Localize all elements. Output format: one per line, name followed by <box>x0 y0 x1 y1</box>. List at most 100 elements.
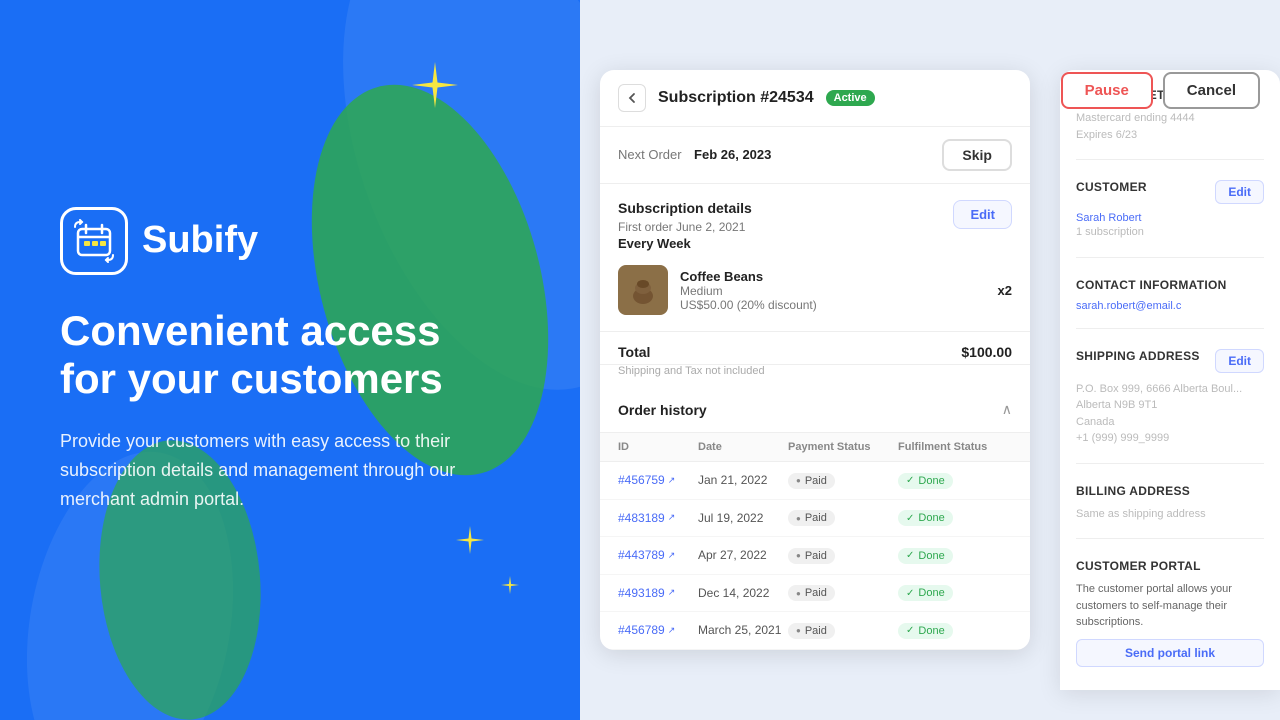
main-card: Subscription #24534 Active Next Order Fe… <box>600 70 1030 650</box>
shipping-title: SHIPPING ADDRESS <box>1076 349 1200 363</box>
order-history-section: Order history ∧ ID Date Payment Status F… <box>600 387 1030 650</box>
order-payment-status: Paid <box>788 585 898 602</box>
left-panel: Subify Convenient access for your custom… <box>0 0 580 720</box>
order-history-title: Order history <box>618 402 707 418</box>
contact-email[interactable]: sarah.robert@email.c <box>1076 300 1264 312</box>
star-decoration-1 <box>410 60 460 115</box>
contact-title: CONTACT INFORMATION <box>1076 278 1227 292</box>
table-row: #456759 ↗ Jan 21, 2022 Paid Done <box>600 462 1030 500</box>
customer-header: Customer Edit <box>1076 180 1264 204</box>
card-header: Subscription #24534 Active <box>600 70 1030 127</box>
billing-title: BILLING ADDRESS <box>1076 484 1190 498</box>
logo-icon <box>60 207 128 275</box>
headline: Convenient access for your customers <box>60 307 480 404</box>
next-order-bar: Next Order Feb 26, 2023 Skip <box>600 127 1030 184</box>
shipping-header: SHIPPING ADDRESS Edit <box>1076 349 1264 373</box>
pause-button[interactable]: Pause <box>1061 72 1153 109</box>
right-panel: Pause Cancel Subscription #24534 Active … <box>580 0 1280 720</box>
product-variant: Medium <box>680 284 986 298</box>
shipping-address: P.O. Box 999, 6666 Alberta Boul... <box>1076 381 1264 398</box>
order-date: Apr 27, 2022 <box>698 548 788 562</box>
col-header-date: Date <box>698 441 788 453</box>
order-id-link[interactable]: #493189 ↗ <box>618 586 698 600</box>
shipping-note: Shipping and Tax not included <box>600 365 1030 387</box>
shipping-country: Canada <box>1076 414 1264 431</box>
card-expiry: Expires 6/23 <box>1076 127 1264 144</box>
skip-button[interactable]: Skip <box>942 139 1012 171</box>
star-decoration-2 <box>455 525 485 560</box>
collapse-icon[interactable]: ∧ <box>1002 401 1012 418</box>
order-date: Jul 19, 2022 <box>698 511 788 525</box>
portal-title: Customer portal <box>1076 559 1201 573</box>
logo-name: Subify <box>142 219 258 262</box>
col-header-payment: Payment Status <box>788 441 898 453</box>
customer-title: Customer <box>1076 180 1147 194</box>
order-fulfilment-status: Done <box>898 622 1018 639</box>
right-sidebar: Payment Method Mastercard ending 4444 Ex… <box>1060 70 1280 690</box>
shipping-edit-button[interactable]: Edit <box>1215 349 1264 373</box>
product-image <box>618 265 668 315</box>
customer-section: Customer Edit Sarah Robert 1 subscriptio… <box>1076 180 1264 258</box>
sub-details-info: Subscription details First order June 2,… <box>618 200 752 251</box>
shipping-city: Alberta N9B 9T1 <box>1076 397 1264 414</box>
contact-header: CONTACT INFORMATION <box>1076 278 1264 292</box>
table-row: #483189 ↗ Jul 19, 2022 Paid Done <box>600 500 1030 538</box>
table-row: #493189 ↗ Dec 14, 2022 Paid Done <box>600 575 1030 613</box>
product-row: Coffee Beans Medium US$50.00 (20% discou… <box>618 265 1012 315</box>
billing-section: BILLING ADDRESS Same as shipping address <box>1076 484 1264 540</box>
star-decoration-3 <box>500 575 520 600</box>
product-quantity: x2 <box>998 283 1012 298</box>
shipping-section: SHIPPING ADDRESS Edit P.O. Box 999, 6666… <box>1076 349 1264 464</box>
subscription-edit-button[interactable]: Edit <box>953 200 1012 229</box>
order-fulfilment-status: Done <box>898 510 1018 527</box>
next-order-date: Feb 26, 2023 <box>694 147 771 162</box>
order-id-link[interactable]: #456759 ↗ <box>618 473 698 487</box>
send-portal-link-button[interactable]: Send portal link <box>1076 639 1264 667</box>
subscription-details-title: Subscription details <box>618 200 752 216</box>
table-header: ID Date Payment Status Fulfilment Status <box>600 433 1030 462</box>
order-payment-status: Paid <box>788 547 898 564</box>
sub-details-header: Subscription details First order June 2,… <box>618 200 1012 251</box>
order-date: March 25, 2021 <box>698 623 788 637</box>
portal-description: The customer portal allows your customer… <box>1076 581 1264 631</box>
customer-edit-button[interactable]: Edit <box>1215 180 1264 204</box>
customer-name[interactable]: Sarah Robert <box>1076 212 1264 224</box>
order-history-table: ID Date Payment Status Fulfilment Status… <box>600 433 1030 650</box>
active-badge: Active <box>826 90 875 106</box>
order-id-link[interactable]: #456789 ↗ <box>618 623 698 637</box>
billing-address: Same as shipping address <box>1076 506 1264 523</box>
order-id-link[interactable]: #443789 ↗ <box>618 548 698 562</box>
order-fulfilment-status: Done <box>898 585 1018 602</box>
order-rows-container: #456759 ↗ Jan 21, 2022 Paid Done #483189… <box>600 462 1030 650</box>
customer-subscriptions: 1 subscription <box>1076 224 1264 241</box>
top-buttons-area: Pause Cancel <box>1061 72 1260 109</box>
first-order-text: First order June 2, 2021 <box>618 220 752 234</box>
order-date: Dec 14, 2022 <box>698 586 788 600</box>
col-header-id: ID <box>618 441 698 453</box>
portal-header: Customer portal <box>1076 559 1264 573</box>
subscription-details-section: Subscription details First order June 2,… <box>600 184 1030 332</box>
product-info: Coffee Beans Medium US$50.00 (20% discou… <box>680 269 986 312</box>
order-payment-status: Paid <box>788 510 898 527</box>
product-name: Coffee Beans <box>680 269 986 284</box>
total-row: Total $100.00 <box>600 332 1030 365</box>
billing-header: BILLING ADDRESS <box>1076 484 1264 498</box>
order-payment-status: Paid <box>788 472 898 489</box>
order-date: Jan 21, 2022 <box>698 473 788 487</box>
portal-section: Customer portal The customer portal allo… <box>1076 559 1264 683</box>
subtext: Provide your customers with easy access … <box>60 427 480 513</box>
table-row: #443789 ↗ Apr 27, 2022 Paid Done <box>600 537 1030 575</box>
order-payment-status: Paid <box>788 622 898 639</box>
shipping-phone: +1 (999) 999_9999 <box>1076 430 1264 447</box>
next-order-info: Next Order Feb 26, 2023 <box>618 146 771 164</box>
order-id-link[interactable]: #483189 ↗ <box>618 511 698 525</box>
order-fulfilment-status: Done <box>898 472 1018 489</box>
back-button[interactable] <box>618 84 646 112</box>
order-history-header: Order history ∧ <box>600 387 1030 433</box>
cancel-button[interactable]: Cancel <box>1163 72 1260 109</box>
card-info: Mastercard ending 4444 <box>1076 110 1264 127</box>
next-order-label: Next Order <box>618 147 682 162</box>
product-price: US$50.00 (20% discount) <box>680 298 986 312</box>
col-header-fulfilment: Fulfilment Status <box>898 441 1018 453</box>
contact-section: CONTACT INFORMATION sarah.robert@email.c <box>1076 278 1264 329</box>
